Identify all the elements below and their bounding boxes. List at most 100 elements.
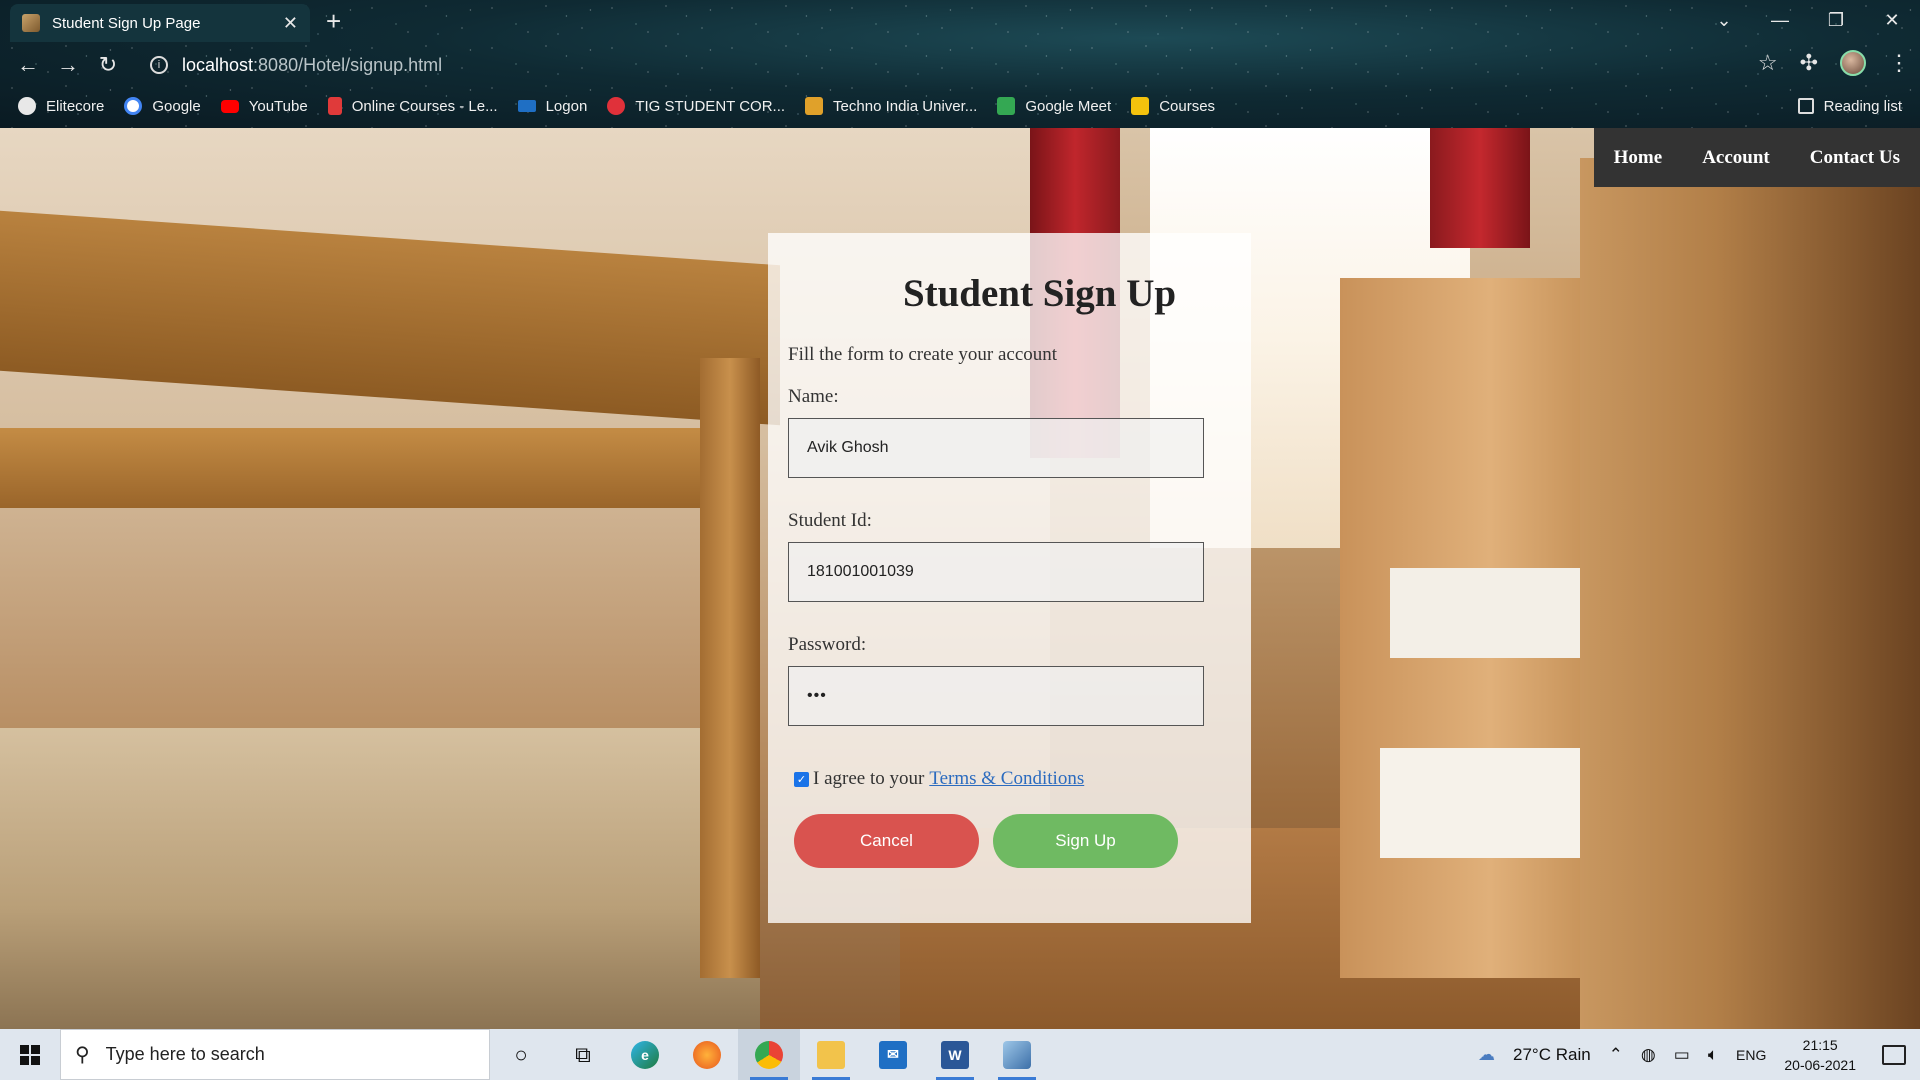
bookmark-star-icon[interactable]: ☆ bbox=[1758, 50, 1778, 76]
language-indicator[interactable]: ENG bbox=[1736, 1047, 1766, 1063]
bookmark-label: Courses bbox=[1159, 97, 1216, 115]
virtualbox-app[interactable] bbox=[986, 1029, 1048, 1080]
name-field[interactable]: Avik Ghosh bbox=[788, 418, 1204, 478]
file-explorer-app[interactable] bbox=[800, 1029, 862, 1080]
new-tab-button[interactable]: + bbox=[326, 6, 341, 36]
form-title: Student Sign Up bbox=[902, 272, 1177, 315]
folder-icon bbox=[817, 1040, 845, 1069]
firefox-icon bbox=[693, 1040, 721, 1069]
bookmark-techno-india[interactable]: Techno India Univer... bbox=[805, 97, 977, 115]
agree-text: I agree to your bbox=[813, 768, 925, 789]
reading-list-button[interactable]: Reading list bbox=[1797, 90, 1902, 122]
word-app[interactable]: W bbox=[924, 1029, 986, 1080]
search-icon: ⚲ bbox=[75, 1044, 90, 1066]
extensions-icon[interactable]: ✣ bbox=[1800, 50, 1818, 76]
minimize-button[interactable]: — bbox=[1752, 10, 1808, 31]
techno-india-icon bbox=[805, 97, 824, 115]
elitecore-icon bbox=[18, 97, 36, 115]
nav-account-link[interactable]: Account bbox=[1682, 128, 1790, 187]
clock-date: 20-06-2021 bbox=[1784, 1056, 1856, 1073]
battery-icon[interactable]: ▭ bbox=[1674, 1045, 1690, 1065]
background-bunk-rail bbox=[0, 428, 760, 508]
task-view-icon: ⧉ bbox=[575, 1041, 591, 1067]
browser-toolbar: ← → ↻ i localhost :8080/Hotel/signup.htm… bbox=[0, 44, 1920, 86]
bookmark-youtube[interactable]: YouTube bbox=[220, 98, 308, 115]
student-id-field[interactable]: 181001001039 bbox=[788, 542, 1204, 602]
bookmark-courses[interactable]: Courses bbox=[1131, 97, 1215, 115]
background-bed-post bbox=[700, 358, 760, 978]
chrome-app[interactable] bbox=[738, 1029, 800, 1080]
bookmark-label: Logon bbox=[545, 97, 588, 115]
mail-app[interactable]: ✉ bbox=[862, 1029, 924, 1080]
bookmark-google-meet[interactable]: Google Meet bbox=[997, 97, 1111, 115]
url-host: localhost bbox=[182, 54, 254, 75]
student-id-label: Student Id: bbox=[788, 510, 872, 531]
terms-row: ✓ I agree to your Terms & Conditions bbox=[794, 768, 1231, 790]
taskbar-search-placeholder: Type here to search bbox=[105, 1044, 265, 1064]
volume-icon[interactable]: 🔈︎ bbox=[1708, 1045, 1718, 1065]
top-nav: Home Account Contact Us bbox=[1593, 128, 1920, 187]
start-button[interactable] bbox=[0, 1029, 60, 1080]
udemy-icon bbox=[327, 97, 342, 115]
profile-avatar[interactable] bbox=[1840, 50, 1866, 76]
bookmark-logon[interactable]: Logon bbox=[517, 97, 588, 115]
menu-kebab-icon[interactable]: ⋮ bbox=[1888, 50, 1910, 76]
system-tray: ☁ 27°C Rain ⌃ ◍ ▭ 🔈︎ ENG 21:15 20-06-202… bbox=[1478, 1029, 1920, 1080]
weather-text[interactable]: 27°C Rain bbox=[1513, 1045, 1591, 1065]
bookmark-google[interactable]: Google bbox=[124, 97, 201, 115]
tab-title: Student Sign Up Page bbox=[52, 14, 201, 32]
tig-icon bbox=[607, 97, 626, 115]
clock[interactable]: 21:15 20-06-2021 bbox=[1784, 1035, 1856, 1075]
close-window-button[interactable]: ✕ bbox=[1864, 10, 1920, 31]
background-mattress bbox=[0, 728, 760, 1029]
weather-icon[interactable]: ☁ bbox=[1478, 1045, 1495, 1065]
browser-tab[interactable]: Student Sign Up Page ✕ bbox=[10, 4, 310, 42]
tray-expand-icon[interactable]: ⌃ bbox=[1609, 1045, 1623, 1065]
chrome-icon bbox=[755, 1040, 783, 1069]
profile-dropdown-icon[interactable]: ⌄ bbox=[1696, 10, 1752, 31]
nav-contact-link[interactable]: Contact Us bbox=[1790, 128, 1920, 187]
reload-button[interactable]: ↻ bbox=[88, 52, 128, 78]
nav-home-link[interactable]: Home bbox=[1594, 128, 1683, 187]
word-icon: W bbox=[941, 1040, 969, 1069]
forward-button[interactable]: → bbox=[48, 52, 88, 78]
mail-icon: ✉ bbox=[879, 1040, 907, 1069]
bookmark-online-courses[interactable]: Online Courses - Le... bbox=[327, 97, 498, 115]
window-controls: ⌄ — ❐ ✕ bbox=[1696, 4, 1920, 36]
notification-icon[interactable] bbox=[1882, 1044, 1906, 1065]
sap-icon bbox=[517, 100, 536, 112]
form-actions: Cancel Sign Up bbox=[794, 814, 1231, 868]
google-icon bbox=[124, 97, 143, 115]
bookmark-elitecore[interactable]: Elitecore bbox=[18, 97, 104, 115]
bookmark-tig-student[interactable]: TIG STUDENT COR... bbox=[607, 97, 785, 115]
name-label: Name: bbox=[788, 386, 839, 407]
terms-checkbox[interactable]: ✓ bbox=[794, 771, 809, 787]
terms-link[interactable]: Terms & Conditions bbox=[929, 768, 1084, 790]
sign-up-button[interactable]: Sign Up bbox=[993, 814, 1178, 868]
site-info-icon[interactable]: i bbox=[150, 56, 168, 74]
tab-close-icon[interactable]: ✕ bbox=[283, 13, 298, 34]
browser-chrome: Student Sign Up Page ✕ + ⌄ — ❐ ✕ ← → ↻ i… bbox=[0, 0, 1920, 128]
password-field[interactable]: ••• bbox=[788, 666, 1204, 726]
windows-icon bbox=[20, 1044, 40, 1065]
task-view-button[interactable]: ⧉ bbox=[552, 1029, 614, 1080]
youtube-icon bbox=[220, 99, 239, 113]
bookmark-label: TIG STUDENT COR... bbox=[635, 97, 786, 115]
cancel-button[interactable]: Cancel bbox=[794, 814, 979, 868]
cortana-button[interactable]: ○ bbox=[490, 1029, 552, 1080]
tab-favicon-icon bbox=[22, 14, 40, 32]
toolbar-actions: ☆ ✣ ⋮ bbox=[1758, 50, 1910, 76]
back-button[interactable]: ← bbox=[8, 52, 48, 78]
bookmark-label: Online Courses - Le... bbox=[351, 97, 498, 115]
edge-app[interactable]: e bbox=[614, 1029, 676, 1080]
password-label: Password: bbox=[788, 634, 867, 655]
google-meet-icon bbox=[997, 97, 1016, 115]
form-subtitle: Fill the form to create your account bbox=[788, 344, 1058, 365]
maximize-button[interactable]: ❐ bbox=[1808, 10, 1864, 31]
firefox-app[interactable] bbox=[676, 1029, 738, 1080]
bookmarks-bar: Elitecore Google YouTube Online Courses … bbox=[0, 90, 1920, 122]
address-bar[interactable]: i localhost :8080/Hotel/signup.html bbox=[136, 48, 1776, 82]
network-icon[interactable]: ◍ bbox=[1641, 1045, 1656, 1065]
cortana-icon: ○ bbox=[514, 1041, 528, 1067]
taskbar-search[interactable]: ⚲ Type here to search bbox=[60, 1029, 490, 1080]
